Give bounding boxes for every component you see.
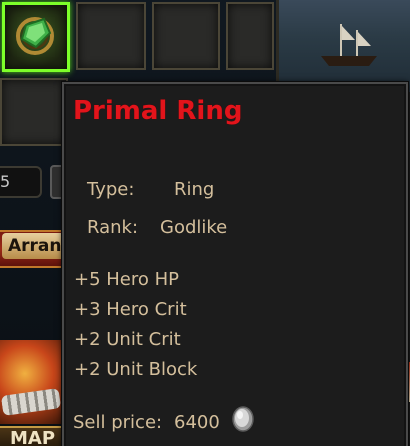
primal-ring-icon bbox=[16, 17, 54, 55]
quantity-value: 5 bbox=[0, 172, 11, 191]
inventory-slot-selected[interactable] bbox=[2, 2, 70, 72]
inventory-slot[interactable] bbox=[0, 78, 68, 146]
rank-label: Rank: bbox=[87, 217, 139, 238]
stat-line: +2 Unit Block bbox=[74, 359, 198, 380]
sell-price-label: Sell price: bbox=[73, 412, 163, 433]
stat-line: +5 Hero HP bbox=[74, 269, 179, 290]
quantity-field[interactable]: 5 bbox=[0, 166, 42, 198]
sell-price-value: 6400 bbox=[174, 412, 220, 433]
inventory-slot[interactable] bbox=[76, 2, 146, 70]
stat-line: +2 Unit Crit bbox=[74, 329, 181, 350]
cannon-icon bbox=[0, 388, 62, 416]
harbor-scene bbox=[276, 0, 410, 92]
inventory-slot[interactable] bbox=[152, 2, 220, 70]
item-tooltip: Primal Ring Type: Ring Rank: Godlike +5 … bbox=[61, 81, 409, 446]
ship-icon bbox=[321, 24, 377, 66]
map-button[interactable]: MAP bbox=[0, 426, 62, 446]
inventory-slot[interactable] bbox=[226, 2, 274, 70]
game-screen: 5 Arrang MAP Primal Ring Type: Ring Rank… bbox=[0, 0, 410, 446]
rank-value: Godlike bbox=[160, 217, 228, 238]
type-value: Ring bbox=[174, 179, 215, 200]
hero-portrait[interactable] bbox=[0, 340, 62, 424]
stat-line: +3 Hero Crit bbox=[74, 299, 187, 320]
type-label: Type: bbox=[87, 179, 135, 200]
item-name: Primal Ring bbox=[73, 96, 243, 126]
silver-coin-icon bbox=[232, 406, 254, 432]
